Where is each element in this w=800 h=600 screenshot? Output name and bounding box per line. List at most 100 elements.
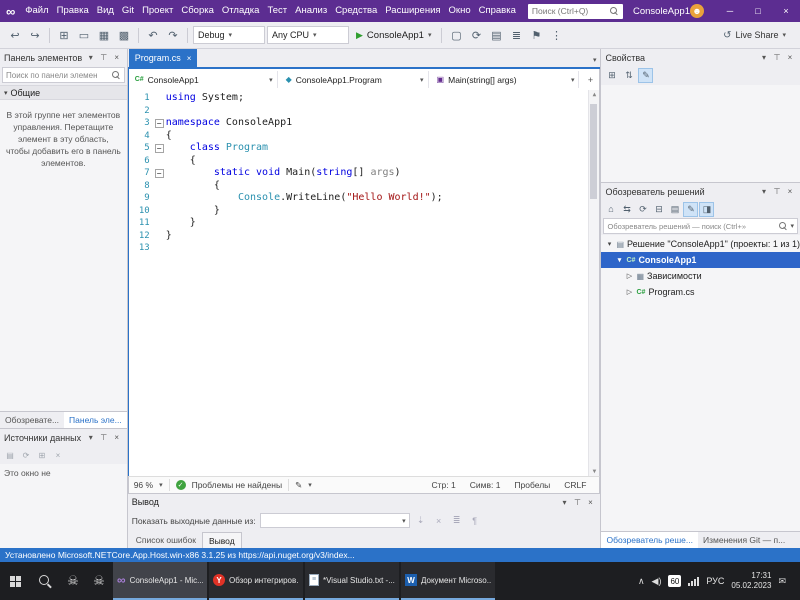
zoom-level[interactable]: 96 % xyxy=(134,480,153,490)
language-indicator[interactable]: РУС xyxy=(706,576,724,586)
show-data-sources-icon[interactable]: ▤ xyxy=(4,449,16,461)
debug-configuration-select[interactable]: Debug ▾ xyxy=(193,26,265,44)
code-line[interactable]: 11 } xyxy=(129,217,600,230)
properties-icon[interactable]: ✎ xyxy=(683,201,699,217)
close-icon[interactable]: × xyxy=(111,432,123,444)
chevron-down-icon[interactable]: ▾ xyxy=(85,52,97,64)
more-options-icon[interactable]: ⋮ xyxy=(547,26,565,44)
editor-vertical-scrollbar[interactable]: ▲ ▼ xyxy=(588,90,600,476)
document-list-chevron-icon[interactable]: ▾ xyxy=(593,56,597,64)
code-line[interactable]: 4 { xyxy=(129,130,600,143)
line-ending-indicator[interactable]: CRLF xyxy=(564,480,586,490)
spaces-indicator[interactable]: Пробелы xyxy=(514,480,550,490)
column-indicator[interactable]: Симв: 1 xyxy=(470,480,501,490)
chevron-down-icon[interactable]: ▾ xyxy=(308,481,312,489)
menu-build[interactable]: Сборка xyxy=(177,0,218,22)
sync-active-document-icon[interactable]: ◨ xyxy=(699,201,715,217)
close-button[interactable]: × xyxy=(772,0,800,22)
chevron-down-icon[interactable]: ▾ xyxy=(159,481,163,489)
clear-all-icon[interactable]: × xyxy=(432,514,446,528)
categorized-icon[interactable]: ⊞ xyxy=(604,68,619,83)
menu-edit[interactable]: Правка xyxy=(53,0,93,22)
code-line[interactable]: 12 } xyxy=(129,230,600,243)
word-wrap-icon[interactable]: ≣ xyxy=(450,514,464,528)
bookmark-icon[interactable]: ⚑ xyxy=(527,26,545,44)
edit-mode-icon[interactable]: ✎ xyxy=(295,480,302,491)
code-line[interactable]: 5 − class Program xyxy=(129,142,600,155)
close-icon[interactable]: × xyxy=(784,52,796,64)
pin-icon[interactable]: ⊤ xyxy=(98,432,110,444)
volume-icon[interactable]: ◀) xyxy=(652,576,662,587)
quick-search-box[interactable]: Поиск (Ctrl+Q) xyxy=(527,3,623,19)
home-icon[interactable]: ⌂ xyxy=(603,202,618,217)
chevron-down-icon[interactable]: ▾ xyxy=(758,186,770,198)
close-icon[interactable]: × xyxy=(187,54,192,63)
chevron-down-icon[interactable]: ▾ xyxy=(558,496,570,508)
pinned-app-icon-2[interactable]: ☠ xyxy=(86,562,112,600)
undo-icon[interactable]: ↶ xyxy=(144,26,162,44)
toolbox-section-general[interactable]: ▾ Общие xyxy=(0,85,127,100)
code-line[interactable]: 8 { xyxy=(129,180,600,193)
tab-error-list[interactable]: Список ошибок xyxy=(130,532,202,548)
chevron-down-icon[interactable]: ▾ xyxy=(758,52,770,64)
start-debugging-button[interactable]: ▶ ConsoleApp1 ▾ xyxy=(351,25,436,45)
menu-project[interactable]: Проект xyxy=(138,0,177,22)
pin-icon[interactable]: ⊤ xyxy=(98,52,110,64)
collapse-all-icon[interactable]: ⊟ xyxy=(651,202,666,217)
menu-file[interactable]: Файл xyxy=(21,0,52,22)
save-icon[interactable]: ▦ xyxy=(95,26,113,44)
chevron-collapsed-icon[interactable]: ▷ xyxy=(625,288,633,296)
problems-status[interactable]: Проблемы не найдены xyxy=(192,480,283,490)
code-line[interactable]: 13 xyxy=(129,242,600,255)
close-icon[interactable]: × xyxy=(584,496,596,508)
code-line[interactable]: 7 − static void Main(string[] args) xyxy=(129,167,600,180)
menu-view[interactable]: Вид xyxy=(93,0,118,22)
code-line[interactable]: 1 using System; xyxy=(129,92,600,105)
taskbar-task-browser[interactable]: Y Обзор интегриров... xyxy=(209,562,303,600)
code-line[interactable]: 2 xyxy=(129,105,600,118)
scroll-to-end-icon[interactable]: ⇣ xyxy=(414,514,428,528)
tray-expand-icon[interactable]: ∧ xyxy=(638,576,645,587)
tree-item-dependencies[interactable]: ▷ ▦ Зависимости xyxy=(601,268,800,284)
user-avatar[interactable]: ☻ xyxy=(690,4,704,18)
chevron-collapsed-icon[interactable]: ▷ xyxy=(625,272,633,280)
action-center-icon[interactable]: ✉ xyxy=(778,576,786,587)
tab-program-cs[interactable]: Program.cs × xyxy=(128,49,198,67)
menu-help[interactable]: Справка xyxy=(475,0,520,22)
code-line[interactable]: 6 { xyxy=(129,155,600,168)
tab-server-explorer[interactable]: Обозревате... xyxy=(0,412,64,428)
switch-views-icon[interactable]: ⇆ xyxy=(619,202,634,217)
configure-icon[interactable]: × xyxy=(52,449,64,461)
pin-icon[interactable]: ⊤ xyxy=(771,52,783,64)
new-project-icon[interactable]: ⊞ xyxy=(55,26,73,44)
tab-solution-explorer[interactable]: Обозреватель реше... xyxy=(601,532,698,548)
solution-explorer-search-input[interactable]: Обозреватель решений — поиск (Ctrl+» ▾ xyxy=(603,218,798,234)
chevron-down-icon[interactable]: ▾ xyxy=(85,432,97,444)
battery-indicator[interactable]: 60 xyxy=(668,575,682,587)
fold-marker-icon[interactable]: − xyxy=(154,168,164,178)
menu-tools[interactable]: Средства xyxy=(331,0,381,22)
member-dropdown[interactable]: ▣ Main(string[] args) ▾ xyxy=(433,71,580,88)
close-icon[interactable]: × xyxy=(111,52,123,64)
navigate-back-icon[interactable]: ↩ xyxy=(6,26,24,44)
tree-item-program-cs[interactable]: ▷ C# Program.cs xyxy=(601,284,800,300)
taskbar-task-notepad[interactable]: ≡ *Visual Studio.txt -... xyxy=(305,562,399,600)
project-dropdown[interactable]: C# ConsoleApp1 ▾ xyxy=(131,71,278,88)
taskbar-search-button[interactable] xyxy=(30,562,60,600)
menu-analysis[interactable]: Анализ xyxy=(291,0,331,22)
scroll-down-icon[interactable]: ▼ xyxy=(589,468,599,475)
split-window-icon[interactable]: + xyxy=(583,71,597,88)
network-icon[interactable] xyxy=(688,576,700,586)
minimize-button[interactable]: ─ xyxy=(716,0,744,22)
refresh-icon[interactable]: ⟳ xyxy=(635,202,650,217)
save-all-icon[interactable]: ▩ xyxy=(115,26,133,44)
taskbar-task-word[interactable]: W Документ Microso... xyxy=(401,562,495,600)
tab-git-changes[interactable]: Изменения Git — п... xyxy=(698,532,790,548)
redo-icon[interactable]: ↷ xyxy=(164,26,182,44)
platform-select[interactable]: Any CPU ▾ xyxy=(267,26,349,44)
taskbar-task-visual-studio[interactable]: ∞ ConsoleApp1 - Mic... xyxy=(113,562,207,600)
fold-marker-icon[interactable]: − xyxy=(154,118,164,128)
code-line[interactable]: 10 } xyxy=(129,205,600,218)
open-file-icon[interactable]: ▭ xyxy=(75,26,93,44)
tab-output[interactable]: Вывод xyxy=(201,532,242,548)
